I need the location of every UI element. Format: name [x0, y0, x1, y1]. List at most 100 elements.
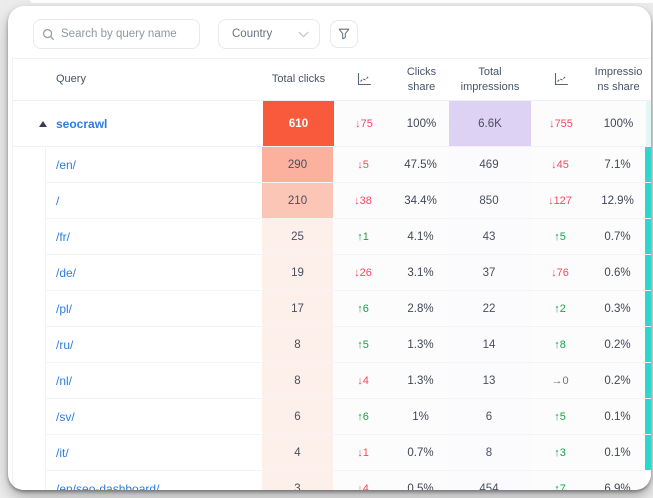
clicks-share-cell: 0.5%	[393, 471, 448, 490]
query-link[interactable]: /it/	[56, 446, 69, 460]
row-indent-gutter	[13, 471, 46, 490]
edge-heat-cell	[645, 183, 651, 218]
chevron-down-icon	[298, 31, 309, 38]
total-clicks-cell: 17	[262, 291, 333, 326]
impressions-share-cell: 0.1%	[590, 435, 645, 470]
query-link[interactable]: seocrawl	[56, 117, 107, 131]
query-cell[interactable]: /ru/	[46, 327, 262, 362]
impressions-trend-cell: ↓45	[530, 147, 590, 182]
search-box[interactable]	[33, 19, 200, 49]
edge-heat-cell	[645, 327, 651, 362]
country-select[interactable]: Country	[218, 19, 320, 49]
table-row[interactable]: /pl/ 17 ↑6 2.8% 22 ↑2 0.3%	[13, 291, 651, 327]
row-indent-gutter	[13, 255, 46, 291]
previous-card-edge	[30, 0, 653, 3]
table-row[interactable]: /sv/ 6 ↑6 1% 6 ↑5 0.1%	[13, 399, 651, 435]
edge-heat-cell	[645, 219, 651, 254]
impressions-share-cell: 12.9%	[590, 183, 645, 218]
clicks-trend-cell: ↓4	[333, 471, 393, 490]
impressions-trend-cell: ↑7	[530, 471, 590, 490]
total-clicks-cell: 290	[262, 147, 333, 182]
query-link[interactable]: /nl/	[56, 374, 72, 388]
impressions-share-cell: 6.9%	[590, 471, 645, 490]
edge-heat-cell	[645, 147, 651, 182]
header-query[interactable]: Query	[13, 72, 263, 87]
query-link[interactable]: /en/	[56, 158, 76, 172]
header-total-clicks[interactable]: Total clicks	[263, 72, 334, 87]
query-link[interactable]: /pl/	[56, 302, 72, 316]
search-icon	[42, 28, 55, 41]
trend-chart-icon	[357, 73, 371, 86]
header-impressions-trend[interactable]	[531, 73, 591, 86]
row-indent-gutter	[13, 219, 46, 255]
edge-heat-cell	[645, 435, 651, 470]
filter-button[interactable]	[330, 20, 358, 48]
edge-heat-cell	[645, 471, 651, 490]
clicks-share-cell: 3.1%	[393, 255, 448, 290]
query-link[interactable]: /en/seo-dashboard/	[56, 482, 159, 491]
query-cell[interactable]: /nl/	[46, 363, 262, 398]
query-link[interactable]: /	[56, 194, 59, 208]
total-impressions-cell: 43	[448, 219, 530, 254]
total-clicks-cell: 3	[262, 471, 333, 490]
query-cell[interactable]: /it/	[46, 435, 262, 470]
country-select-label: Country	[232, 28, 272, 40]
edge-heat-cell	[645, 255, 651, 290]
impressions-share-cell: 0.2%	[590, 327, 645, 362]
total-impressions-cell: 6	[448, 399, 530, 434]
impressions-trend-cell: ↑5	[530, 399, 590, 434]
table-row[interactable]: /ru/ 8 ↑5 1.3% 14 ↑8 0.2%	[13, 327, 651, 363]
query-cell[interactable]: /en/seo-dashboard/	[46, 471, 262, 490]
clicks-share-cell: 0.7%	[393, 435, 448, 470]
impressions-share-cell: 100%	[591, 101, 646, 146]
total-impressions-cell: 8	[448, 435, 530, 470]
query-link[interactable]: /sv/	[56, 410, 75, 424]
header-clicks-share[interactable]: Clicks share	[394, 65, 449, 95]
total-impressions-cell: 14	[448, 327, 530, 362]
query-link[interactable]: /ru/	[56, 338, 73, 352]
impressions-trend-cell: ↑3	[530, 435, 590, 470]
clicks-share-cell: 1.3%	[393, 327, 448, 362]
query-cell[interactable]: seocrawl	[13, 101, 263, 146]
header-clicks-trend[interactable]	[334, 73, 394, 86]
total-clicks-cell: 8	[262, 327, 333, 362]
clicks-share-cell: 34.4%	[393, 183, 448, 218]
collapse-caret-icon[interactable]	[39, 121, 47, 127]
query-cell[interactable]: /	[46, 183, 262, 218]
clicks-trend-cell: ↓75	[334, 101, 394, 146]
impressions-trend-cell: →0	[530, 363, 590, 398]
table-row[interactable]: /nl/ 8 ↓4 1.3% 13 →0 0.2%	[13, 363, 651, 399]
total-impressions-cell: 6.6K	[449, 101, 531, 146]
edge-heat-cell	[646, 101, 651, 146]
queries-panel: Country Query Total clicks Clicks share …	[8, 6, 651, 490]
header-impressions-share[interactable]: Impressions share	[591, 65, 646, 95]
table-row[interactable]: seocrawl 610 ↓75 100% 6.6K ↓755 100%	[13, 101, 651, 147]
total-clicks-cell: 6	[262, 399, 333, 434]
query-cell[interactable]: /de/	[46, 255, 262, 290]
impressions-trend-cell: ↓76	[530, 255, 590, 290]
query-cell[interactable]: /pl/	[46, 291, 262, 326]
query-link[interactable]: /fr/	[56, 230, 70, 244]
table-row[interactable]: /fr/ 25 ↑1 4.1% 43 ↑5 0.7%	[13, 219, 651, 255]
table-row[interactable]: /de/ 19 ↓26 3.1% 37 ↓76 0.6%	[13, 255, 651, 291]
impressions-share-cell: 0.6%	[590, 255, 645, 290]
query-cell[interactable]: /fr/	[46, 219, 262, 254]
table-row[interactable]: /en/seo-dashboard/ 3 ↓4 0.5% 454 ↑7 6.9%	[13, 471, 651, 490]
row-indent-gutter	[13, 291, 46, 327]
total-impressions-cell: 454	[448, 471, 530, 490]
table-row[interactable]: / 210 ↓38 34.4% 850 ↓127 12.9%	[13, 183, 651, 219]
query-link[interactable]: /de/	[56, 266, 76, 280]
total-clicks-cell: 25	[262, 219, 333, 254]
header-total-impressions[interactable]: Total impressions	[449, 65, 531, 95]
clicks-trend-cell: ↓26	[333, 255, 393, 290]
total-impressions-cell: 22	[448, 291, 530, 326]
query-cell[interactable]: /sv/	[46, 399, 262, 434]
table-row[interactable]: /en/ 290 ↓5 47.5% 469 ↓45 7.1%	[13, 147, 651, 183]
search-input[interactable]	[61, 28, 191, 40]
table-body: seocrawl 610 ↓75 100% 6.6K ↓755 100% /en…	[13, 101, 651, 490]
total-clicks-cell: 210	[262, 183, 333, 218]
table-header: Query Total clicks Clicks share Total im…	[13, 59, 651, 101]
table-row[interactable]: /it/ 4 ↓1 0.7% 8 ↑3 0.1%	[13, 435, 651, 471]
impressions-share-cell: 7.1%	[590, 147, 645, 182]
query-cell[interactable]: /en/	[46, 147, 262, 182]
